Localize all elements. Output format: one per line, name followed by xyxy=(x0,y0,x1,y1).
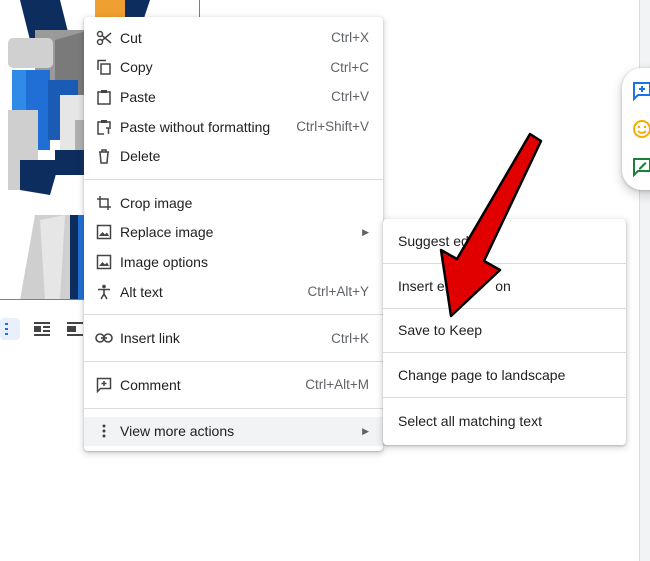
submenu-item-insert-embed[interactable]: Insert em on xyxy=(383,264,626,309)
menu-item-cut[interactable]: Cut Ctrl+X xyxy=(84,23,383,53)
menu-separator xyxy=(84,178,383,180)
emoji-icon xyxy=(633,120,650,138)
image-icon xyxy=(94,222,114,242)
menu-item-insert-link[interactable]: Insert link Ctrl+K xyxy=(84,323,383,353)
side-actions-widget xyxy=(622,68,650,190)
image-options-icon xyxy=(94,252,114,272)
wrap-text-button[interactable] xyxy=(32,318,52,340)
menu-item-shortcut: Ctrl+C xyxy=(330,59,369,75)
menu-separator xyxy=(84,360,383,362)
paste-plain-icon xyxy=(94,117,114,137)
add-emoji-side-button[interactable] xyxy=(631,118,650,140)
menu-item-shortcut: Ctrl+V xyxy=(331,89,369,105)
menu-item-view-more-actions[interactable]: View more actions ▶ xyxy=(84,416,383,447)
submenu-item-change-page-to-landscape[interactable]: Change page to landscape xyxy=(383,353,626,399)
menu-item-label: Alt text xyxy=(120,283,163,300)
image-wrap-toolbar xyxy=(0,314,85,344)
scissors-icon xyxy=(94,28,114,48)
more-vert-icon xyxy=(94,421,114,441)
add-comment-side-button[interactable] xyxy=(631,80,650,102)
submenu-item-save-to-keep[interactable]: Save to Keep xyxy=(383,309,626,354)
menu-item-shortcut: Ctrl+K xyxy=(331,330,369,346)
menu-item-label: Image options xyxy=(120,253,208,270)
add-comment-icon xyxy=(94,375,114,395)
link-icon xyxy=(94,328,114,348)
menu-item-copy[interactable]: Copy Ctrl+C xyxy=(84,53,383,83)
menu-item-label: Cut xyxy=(120,29,142,46)
wrap-text-icon xyxy=(34,322,51,336)
menu-separator xyxy=(84,314,383,316)
menu-item-alt-text[interactable]: Alt text Ctrl+Alt+Y xyxy=(84,277,383,307)
menu-item-shortcut: Ctrl+Alt+Y xyxy=(307,284,369,300)
menu-item-label: Comment xyxy=(120,376,181,393)
break-text-icon xyxy=(66,322,83,336)
copy-icon xyxy=(94,57,114,77)
menu-item-label: Copy xyxy=(120,59,153,76)
accessibility-icon xyxy=(94,282,114,302)
menu-item-replace-image[interactable]: Replace image ▶ xyxy=(84,218,383,248)
crop-icon xyxy=(94,193,114,213)
menu-item-label: Insert link xyxy=(120,330,180,347)
menu-item-shortcut: Ctrl+Shift+V xyxy=(296,119,369,135)
menu-item-label: Crop image xyxy=(120,194,193,211)
break-text-button[interactable] xyxy=(65,318,85,340)
submenu-item-suggest-edits[interactable]: Suggest edits xyxy=(383,219,626,264)
suggest-edit-icon xyxy=(633,158,650,177)
menu-item-label: Delete xyxy=(120,148,161,165)
submenu-arrow-icon: ▶ xyxy=(362,425,369,436)
menu-item-paste[interactable]: Paste Ctrl+V xyxy=(84,82,383,112)
submenu-arrow-icon: ▶ xyxy=(362,226,369,237)
menu-item-comment[interactable]: Comment Ctrl+Alt+M xyxy=(84,370,383,400)
trash-icon xyxy=(94,146,114,166)
menu-item-crop-image[interactable]: Crop image xyxy=(84,188,383,218)
menu-item-label: Paste without formatting xyxy=(120,118,271,135)
submenu-item-select-all-matching-text[interactable]: Select all matching text xyxy=(383,398,626,443)
menu-item-shortcut: Ctrl+X xyxy=(331,30,369,46)
menu-item-label: View more actions xyxy=(120,423,235,440)
inline-wrap-button[interactable] xyxy=(0,318,21,340)
menu-item-label: Replace image xyxy=(120,224,214,241)
menu-item-label: Paste xyxy=(120,88,156,105)
menu-item-paste-without-formatting[interactable]: Paste without formatting Ctrl+Shift+V xyxy=(84,112,383,142)
wrap-inline-icon xyxy=(5,323,9,335)
clipboard-icon xyxy=(94,87,114,107)
menu-item-image-options[interactable]: Image options xyxy=(84,247,383,277)
suggest-edits-side-button[interactable] xyxy=(631,156,650,178)
menu-separator xyxy=(84,407,383,409)
add-comment-icon xyxy=(633,82,650,101)
menu-item-delete[interactable]: Delete xyxy=(84,141,383,171)
context-menu: Cut Ctrl+X Copy Ctrl+C Paste Ctrl+V Past… xyxy=(84,17,383,451)
view-more-actions-submenu: Suggest edits Insert em on Save to Keep … xyxy=(383,219,626,445)
menu-item-shortcut: Ctrl+Alt+M xyxy=(305,377,369,393)
